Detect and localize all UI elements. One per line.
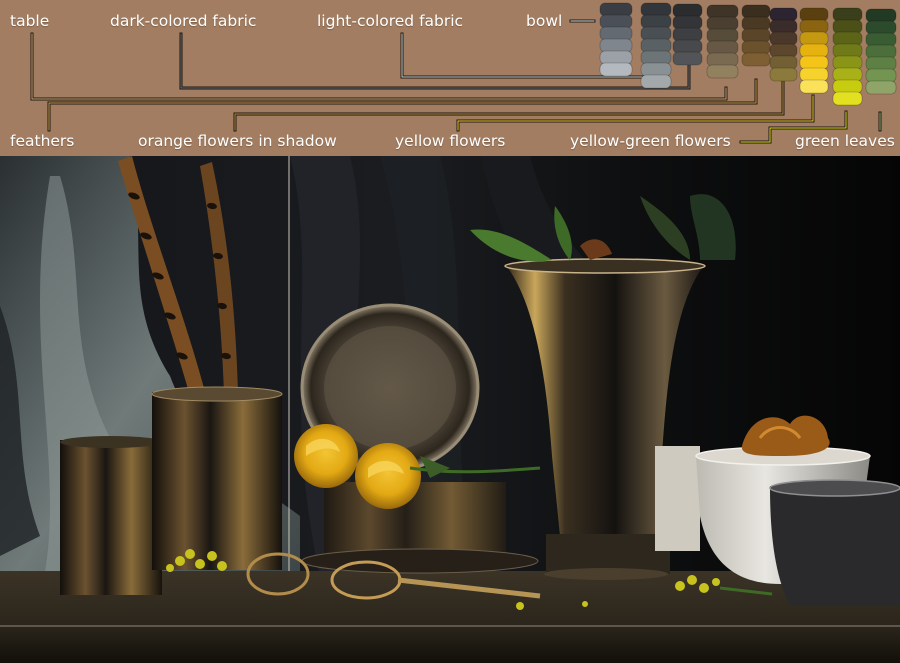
swatch-dark-colored-fabric-5 [672, 51, 703, 66]
still-life-painting [0, 156, 900, 663]
swatch-orange-flowers-in-shadow-2 [769, 19, 798, 34]
label-green-leaves: green leaves [795, 132, 895, 150]
swatch-orange-flowers-in-shadow-3 [769, 31, 798, 46]
swatch-feathers-1 [741, 4, 771, 19]
page-root: table dark-colored fabric light-colored … [0, 0, 900, 663]
swatch-green-leaves-4 [865, 44, 897, 59]
label-yellow-green-flowers: yellow-green flowers [570, 132, 731, 150]
label-table: table [10, 12, 50, 30]
swatch-feathers-3 [741, 28, 771, 43]
swatch-feathers-2 [741, 16, 771, 31]
swatch-bowl-6 [599, 62, 633, 77]
swatch-yellow-flowers-7 [799, 79, 829, 94]
swatch-light-colored-fabric-1 [640, 2, 672, 17]
swatch-feathers-4 [741, 40, 771, 55]
swatch-green-leaves-2 [865, 20, 897, 35]
swatch-yellow-flowers-1 [799, 7, 829, 22]
swatch-table-1 [706, 4, 739, 19]
label-orange-flowers-in-shadow: orange flowers in shadow [138, 132, 337, 150]
swatch-table-5 [706, 52, 739, 67]
swatch-orange-flowers-in-shadow-5 [769, 55, 798, 70]
swatch-light-colored-fabric-6 [640, 62, 672, 77]
swatch-yellow-green-flowers-5 [832, 55, 863, 70]
swatch-light-colored-fabric-2 [640, 14, 672, 29]
swatch-orange-flowers-in-shadow-1 [769, 7, 798, 22]
swatch-yellow-flowers-2 [799, 19, 829, 34]
label-bowl: bowl [526, 12, 563, 30]
swatch-yellow-flowers-6 [799, 67, 829, 82]
swatch-green-leaves-5 [865, 56, 897, 71]
swatch-table-2 [706, 16, 739, 31]
swatch-yellow-green-flowers-8 [832, 91, 863, 106]
swatch-table-4 [706, 40, 739, 55]
swatch-table-3 [706, 28, 739, 43]
swatch-yellow-flowers-3 [799, 31, 829, 46]
swatch-dark-colored-fabric-1 [672, 3, 703, 18]
swatch-yellow-green-flowers-1 [832, 7, 863, 22]
swatch-bowl-3 [599, 26, 633, 41]
swatch-bowl-4 [599, 38, 633, 53]
color-legend: table dark-colored fabric light-colored … [0, 0, 900, 156]
label-feathers: feathers [10, 132, 75, 150]
swatch-orange-flowers-in-shadow-4 [769, 43, 798, 58]
swatch-dark-colored-fabric-4 [672, 39, 703, 54]
swatch-yellow-green-flowers-6 [832, 67, 863, 82]
swatch-feathers-5 [741, 52, 771, 67]
swatch-dark-colored-fabric-3 [672, 27, 703, 42]
swatch-bowl-1 [599, 2, 633, 17]
swatch-green-leaves-6 [865, 68, 897, 83]
swatch-light-colored-fabric-5 [640, 50, 672, 65]
swatch-yellow-green-flowers-3 [832, 31, 863, 46]
swatch-yellow-flowers-4 [799, 43, 829, 58]
swatch-light-colored-fabric-7 [640, 74, 672, 89]
swatch-bowl-5 [599, 50, 633, 65]
swatch-yellow-flowers-5 [799, 55, 829, 70]
label-yellow-flowers: yellow flowers [395, 132, 506, 150]
swatch-green-leaves-3 [865, 32, 897, 47]
swatch-orange-flowers-in-shadow-6 [769, 67, 798, 82]
swatch-bowl-2 [599, 14, 633, 29]
swatch-light-colored-fabric-3 [640, 26, 672, 41]
swatch-light-colored-fabric-4 [640, 38, 672, 53]
swatch-green-leaves-7 [865, 80, 897, 95]
swatch-green-leaves-1 [865, 8, 897, 23]
swatch-yellow-green-flowers-4 [832, 43, 863, 58]
swatch-dark-colored-fabric-2 [672, 15, 703, 30]
label-dark-colored-fabric: dark-colored fabric [110, 12, 257, 30]
swatch-yellow-green-flowers-7 [832, 79, 863, 94]
swatch-table-6 [706, 64, 739, 79]
label-light-colored-fabric: light-colored fabric [317, 12, 464, 30]
swatch-yellow-green-flowers-2 [832, 19, 863, 34]
